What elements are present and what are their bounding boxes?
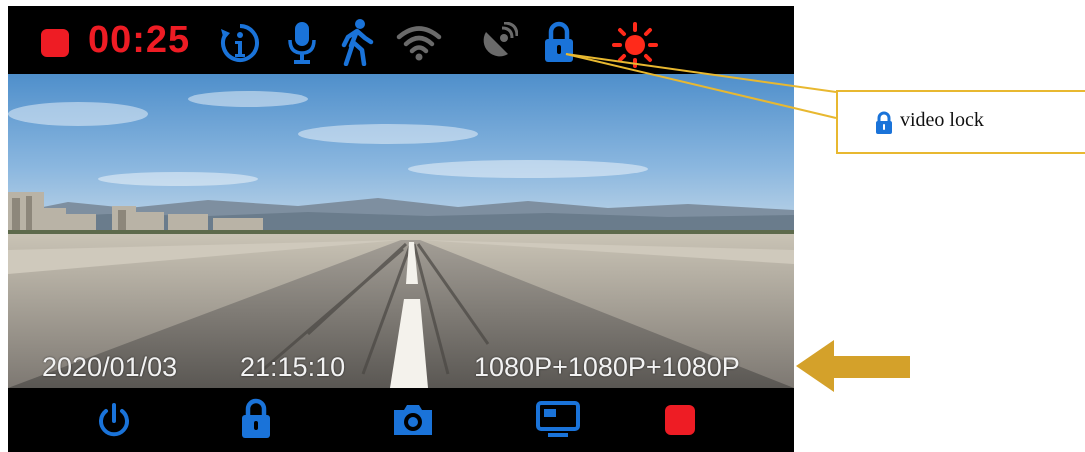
status-bar: 00:25: [8, 6, 794, 74]
display-button[interactable]: [534, 400, 582, 440]
arrow-icon: [796, 340, 910, 392]
runway-scene-image: [8, 74, 794, 388]
motion-detection-icon: [341, 19, 374, 66]
power-button[interactable]: power-icon: [96, 402, 132, 440]
stop-record-button[interactable]: [664, 404, 696, 436]
info-icon: [221, 24, 259, 62]
control-bar: power-icon: [8, 388, 794, 452]
wifi-icon: [396, 26, 442, 61]
dashcam-screen: 00:25 2020/01/03 21:15:10 1080P+1080P+10…: [8, 6, 794, 452]
overlay-date: 2020/01/03: [42, 352, 178, 382]
overlay-time: 21:15:10: [240, 352, 346, 382]
recording-timer: 00:25: [88, 19, 191, 61]
gps-icon: [483, 22, 518, 57]
overlay-resolution: 1080P+1080P+1080P: [474, 352, 740, 382]
video-lock-callout: video lock: [836, 90, 1085, 154]
camera-button[interactable]: [390, 402, 436, 438]
callout-label: video lock: [900, 109, 984, 131]
camera-view: 2020/01/03 21:15:10 1080P+1080P+1080P: [8, 74, 794, 388]
lock-icon: [545, 21, 573, 62]
brightness-icon: [612, 22, 658, 68]
lock-icon: [876, 111, 892, 134]
microphone-icon: [288, 22, 316, 64]
lock-button[interactable]: [240, 398, 272, 440]
record-stop-icon: [41, 29, 69, 57]
